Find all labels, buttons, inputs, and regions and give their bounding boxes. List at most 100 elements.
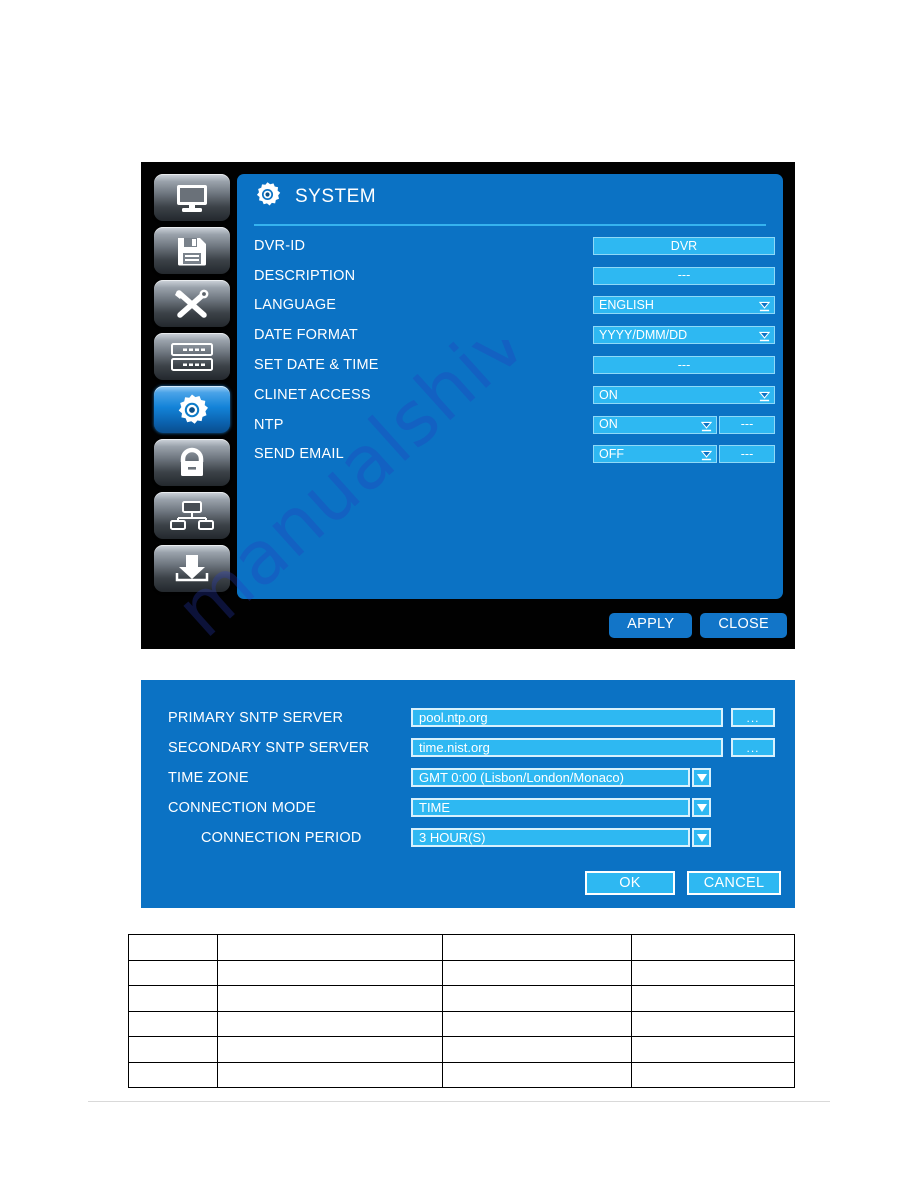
settings-row: DATE FORMAT YYYY/DMM/DD [237, 320, 783, 350]
date-format-dropdown[interactable]: YYYY/DMM/DD [593, 326, 775, 345]
gear-icon [254, 181, 281, 213]
table-cell [631, 959, 795, 986]
page-footer-divider [88, 1101, 830, 1102]
sidebar-item-tools-settings[interactable] [154, 280, 230, 327]
row-label-dvr-id: DVR-ID [254, 237, 306, 254]
table-cell [631, 1061, 795, 1088]
sidebar-item-record-settings[interactable] [154, 227, 230, 274]
lock-icon [175, 447, 209, 479]
row-control-date-format: YYYY/DMM/DD [593, 326, 775, 345]
table-cell [217, 934, 443, 961]
table-cell [631, 985, 795, 1012]
system-panel: SYSTEM DVR-ID DVR DESCRIPTION --- LANGUA… [237, 174, 783, 599]
secondary-sntp-server-input[interactable]: time.nist.org [411, 738, 723, 757]
row-control-send-email: OFF --- [593, 445, 775, 464]
dvr-system-window: SYSTEM DVR-ID DVR DESCRIPTION --- LANGUA… [141, 162, 795, 649]
sidebar-item-security-settings[interactable] [154, 439, 230, 486]
table-cell [631, 1010, 795, 1037]
window-footer: APPLY CLOSE [609, 613, 787, 638]
bottom-table [128, 934, 795, 1088]
chevron-down-icon[interactable] [692, 828, 711, 847]
sidebar-item-display-settings[interactable] [154, 174, 230, 221]
label-connection-period: CONNECTION PERIOD [201, 830, 362, 846]
sidebar-item-system-settings[interactable] [154, 386, 230, 433]
table-cell [128, 934, 218, 961]
secondary-sntp-browse-button[interactable]: ... [731, 738, 775, 757]
sidebar-item-device-settings[interactable] [154, 333, 230, 380]
connection-period-dropdown[interactable]: 3 HOUR(S) [411, 828, 690, 847]
page-title: SYSTEM [295, 186, 377, 207]
row-label-date-format: DATE FORMAT [254, 327, 358, 344]
chevron-down-icon [758, 300, 771, 312]
settings-row: DESCRIPTION --- [237, 261, 783, 291]
table-cell [217, 1036, 443, 1063]
close-button[interactable]: CLOSE [700, 613, 787, 638]
send-email-dropdown[interactable]: OFF [593, 445, 717, 464]
chevron-down-icon [700, 419, 713, 431]
table-cell [442, 985, 632, 1012]
row-control-description: --- [593, 266, 775, 285]
table-cell [442, 959, 632, 986]
server-rack-icon [169, 342, 215, 372]
table-cell [631, 934, 795, 961]
table-row [128, 1036, 795, 1063]
table-row [128, 959, 795, 986]
dvr-id-field[interactable]: DVR [593, 236, 775, 255]
chevron-down-icon[interactable] [692, 798, 711, 817]
settings-row: SET DATE & TIME --- [237, 350, 783, 380]
table-row [128, 1061, 795, 1088]
description-field[interactable]: --- [593, 266, 775, 285]
table-cell [217, 985, 443, 1012]
table-cell [128, 1061, 218, 1088]
table-row [128, 934, 795, 961]
clinet-access-dropdown[interactable]: ON [593, 385, 775, 404]
connection-mode-dropdown[interactable]: TIME [411, 798, 690, 817]
settings-row: LANGUAGE ENGLISH [237, 291, 783, 321]
language-dropdown[interactable]: ENGLISH [593, 296, 775, 315]
row-control-language: ENGLISH [593, 296, 775, 315]
label-secondary-sntp-server: SECONDARY SNTP SERVER [168, 740, 370, 756]
set-date-time-field[interactable]: --- [593, 356, 775, 375]
table-cell [442, 1036, 632, 1063]
ok-button[interactable]: OK [585, 871, 675, 895]
table-row [128, 985, 795, 1012]
apply-button[interactable]: APPLY [609, 613, 693, 638]
send-email-config-button[interactable]: --- [719, 445, 775, 464]
network-icon [169, 500, 215, 531]
table-cell [128, 1010, 218, 1037]
row-control-clinet-access: ON [593, 385, 775, 404]
row-label-language: LANGUAGE [254, 297, 337, 314]
row-control-set-date-time: --- [593, 356, 775, 375]
ntp-settings-dialog: PRIMARY SNTP SERVER pool.ntp.org ... SEC… [141, 680, 795, 908]
floppy-disk-icon [175, 235, 209, 267]
ntp-dropdown[interactable]: ON [593, 415, 717, 434]
label-time-zone: TIME ZONE [168, 770, 249, 786]
chevron-down-icon[interactable] [692, 768, 711, 787]
settings-row: CLINET ACCESS ON [237, 380, 783, 410]
primary-sntp-browse-button[interactable]: ... [731, 708, 775, 727]
sidebar-item-backup-settings[interactable] [154, 545, 230, 592]
table-cell [217, 959, 443, 986]
chevron-down-icon [758, 330, 771, 342]
settings-row: NTP ON --- [237, 410, 783, 440]
header-divider [254, 224, 766, 226]
chevron-down-icon [758, 389, 771, 402]
table-cell [217, 1061, 443, 1088]
cancel-button[interactable]: CANCEL [687, 871, 781, 895]
primary-sntp-server-input[interactable]: pool.ntp.org [411, 708, 723, 727]
row-label-description: DESCRIPTION [254, 267, 356, 284]
row-label-send-email: SEND EMAIL [254, 446, 344, 463]
table-cell [442, 1061, 632, 1088]
ntp-config-button[interactable]: --- [719, 415, 775, 434]
table-row [128, 1010, 795, 1037]
time-zone-dropdown[interactable]: GMT 0:00 (Lisbon/London/Monaco) [411, 768, 690, 787]
label-connection-mode: CONNECTION MODE [168, 800, 316, 816]
panel-header: SYSTEM [237, 174, 783, 220]
sidebar-item-network-settings[interactable] [154, 492, 230, 539]
table-cell [217, 1010, 443, 1037]
sidebar [154, 174, 230, 592]
row-label-set-date-time: SET DATE & TIME [254, 357, 379, 374]
settings-rows: DVR-ID DVR DESCRIPTION --- LANGUAGE ENGL… [237, 231, 783, 469]
table-cell [442, 934, 632, 961]
monitor-icon [170, 182, 214, 214]
